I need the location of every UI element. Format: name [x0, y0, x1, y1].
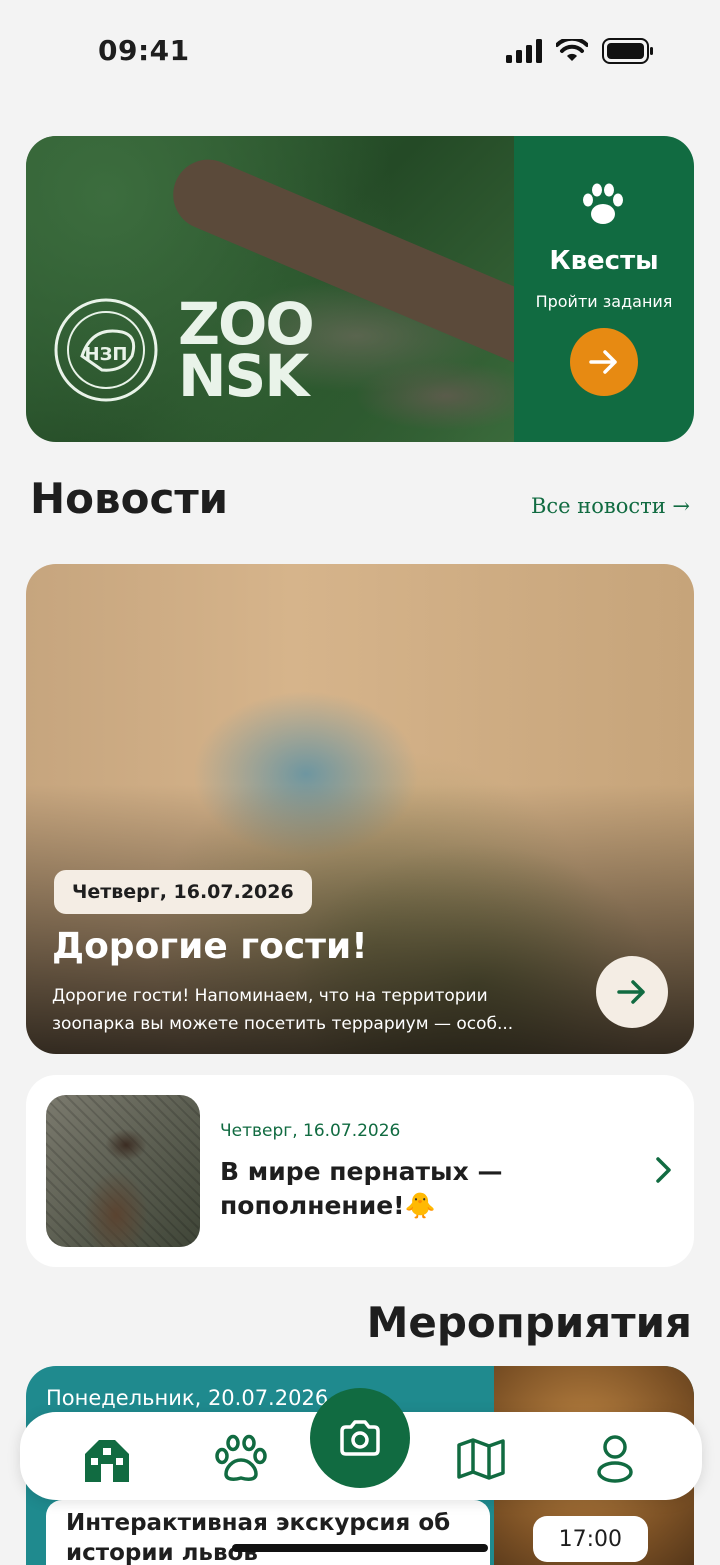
featured-news-card[interactable]: Четверг, 16.07.2026 Дорогие гости! Дорог…	[26, 564, 694, 1054]
news-thumbnail	[46, 1095, 200, 1247]
quest-panel[interactable]: Квесты Пройти задания	[514, 136, 694, 442]
bottom-tab-bar	[20, 1388, 702, 1500]
featured-news-excerpt: Дорогие гости! Напоминаем, что на террит…	[52, 986, 514, 1034]
featured-news-open-button[interactable]	[596, 956, 668, 1028]
camera-icon	[340, 1420, 380, 1456]
quest-title: Квесты	[549, 246, 659, 276]
news-item-title: В мире пернатых — пополнение!🐥	[220, 1157, 503, 1220]
wifi-icon	[556, 39, 588, 61]
status-icons	[506, 38, 654, 64]
news-item-date: Четверг, 16.07.2026	[220, 1121, 401, 1141]
profile-icon	[597, 1435, 633, 1483]
news-section-title: Новости	[30, 474, 229, 523]
quest-go-button[interactable]	[570, 328, 638, 396]
tab-map[interactable]	[454, 1432, 508, 1486]
featured-news-title: Дорогие гости!	[52, 926, 368, 967]
tab-home[interactable]	[80, 1432, 134, 1486]
tab-animals[interactable]	[214, 1432, 268, 1486]
battery-icon	[602, 38, 653, 64]
zoo-logo: НЗП ZOO NSK	[52, 295, 315, 410]
quest-subtitle: Пройти задания	[535, 292, 673, 311]
signal-icon	[506, 39, 542, 63]
all-news-link[interactable]: Все новости →	[531, 494, 690, 518]
zoo-seal-icon: НЗП	[54, 298, 158, 402]
paw-icon	[583, 183, 623, 224]
zoo-logo-text: ZOO NSK	[178, 295, 315, 410]
events-section-title: Мероприятия	[366, 1298, 692, 1347]
status-time: 09:41	[98, 34, 190, 67]
featured-news-date: Четверг, 16.07.2026	[54, 870, 312, 914]
logo-line-2: NSK	[178, 342, 309, 410]
svg-text:НЗП: НЗП	[85, 344, 128, 365]
chevron-right-icon	[656, 1157, 671, 1183]
event-title: Интерактивная экскурсия об истории львов	[46, 1500, 490, 1565]
home-indicator[interactable]	[232, 1544, 488, 1552]
arrow-right-icon	[617, 980, 645, 1004]
event-date: Понедельник, 20.07.2026	[46, 1386, 329, 1410]
home-icon	[85, 1440, 129, 1482]
paw-outline-icon	[215, 1434, 267, 1481]
news-list-item[interactable]: Четверг, 16.07.2026 В мире пернатых — по…	[26, 1075, 694, 1267]
arrow-right-icon	[589, 350, 617, 374]
map-icon	[457, 1438, 505, 1480]
hero-banner[interactable]: НЗП ZOO NSK Квесты Пройти задания	[26, 136, 694, 442]
status-bar: 09:41	[0, 0, 720, 100]
tab-profile[interactable]	[588, 1432, 642, 1486]
camera-button[interactable]	[310, 1388, 410, 1488]
event-time: 17:00	[532, 1516, 648, 1562]
